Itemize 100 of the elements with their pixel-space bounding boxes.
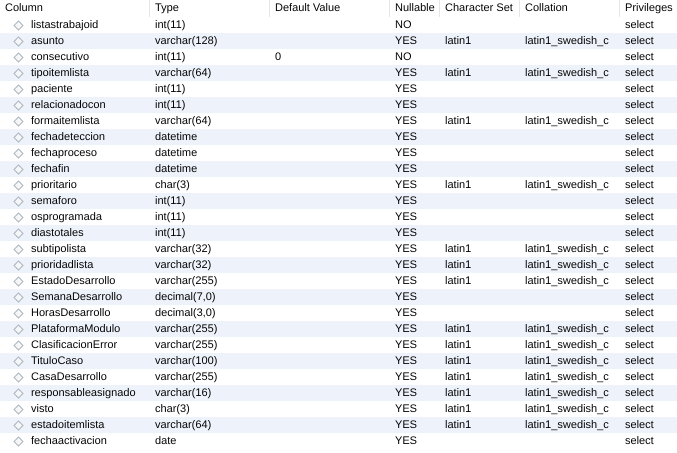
diamond-icon xyxy=(13,52,24,62)
table-cell-text: latin1_swedish_c xyxy=(525,386,609,401)
diamond-icon xyxy=(13,148,24,158)
table-cell-text: select xyxy=(625,226,654,241)
table-cell-text: latin1_swedish_c xyxy=(525,418,609,433)
table-cell-text: YES xyxy=(395,370,418,385)
table-cell-text: YES xyxy=(395,226,418,241)
table-cell-text: datetime xyxy=(155,130,198,145)
table-cell-text: YES xyxy=(395,194,418,209)
diamond-icon xyxy=(13,20,24,30)
table-cell-text: select xyxy=(625,34,654,49)
diamond-icon xyxy=(13,356,24,366)
table-cell-text: diastotales xyxy=(31,226,84,241)
table-cell-text: fechafin xyxy=(31,162,70,177)
table-cell-text: varchar(255) xyxy=(155,338,218,353)
table-cell-text: latin1_swedish_c xyxy=(525,66,609,81)
diamond-icon xyxy=(13,84,24,94)
table-cell-text: latin1_swedish_c xyxy=(525,34,609,49)
table-cell-text: asunto xyxy=(31,34,64,49)
table-cell-text: varchar(64) xyxy=(155,66,212,81)
diamond-icon xyxy=(13,404,24,414)
table-cell-text: latin1 xyxy=(445,386,472,401)
table-cell-text: YES xyxy=(395,82,418,97)
diamond-icon xyxy=(13,180,24,190)
table-cell-text: YES xyxy=(395,402,418,417)
table-cell-text: select xyxy=(625,274,654,289)
table-cell-text: select xyxy=(625,418,654,433)
diamond-icon xyxy=(13,196,24,206)
table-cell-text: YES xyxy=(395,34,418,49)
table-cell-text: select xyxy=(625,242,654,257)
table-cell-text: latin1_swedish_c xyxy=(525,258,609,273)
table-cell-text: CasaDesarrollo xyxy=(31,370,107,385)
table-cell-text: YES xyxy=(395,290,418,305)
table-cell-text: responsableasignado xyxy=(31,386,136,401)
table-cell-text: latin1_swedish_c xyxy=(525,274,609,289)
table-cell-text: YES xyxy=(395,354,418,369)
table-cell-text: select xyxy=(625,290,654,305)
table-cell-text: estadoitemlista xyxy=(31,418,104,433)
table-cell-text: latin1_swedish_c xyxy=(525,114,609,129)
table-cell-text: select xyxy=(625,178,654,193)
table-cell-text: subtipolista xyxy=(31,242,86,257)
table-cell-text: select xyxy=(625,82,654,97)
diamond-icon xyxy=(13,276,24,286)
table-cell-text: latin1 xyxy=(445,338,472,353)
table-cell-text: varchar(255) xyxy=(155,322,218,337)
table-cell-text: YES xyxy=(395,162,418,177)
table-cell-text: YES xyxy=(395,178,418,193)
table-cell-text: select xyxy=(625,370,654,385)
table-cell-text: datetime xyxy=(155,162,198,177)
table-cell-text: YES xyxy=(395,306,418,321)
table-cell-text: char(3) xyxy=(155,178,190,193)
table-cell-text: latin1 xyxy=(445,354,472,369)
table-cell-text: YES xyxy=(395,66,418,81)
table-cell-text: varchar(255) xyxy=(155,370,218,385)
table-cell-text: select xyxy=(625,258,654,273)
table-cell-text: semaforo xyxy=(31,194,77,209)
table-cell-text: formaitemlista xyxy=(31,114,100,129)
diamond-icon xyxy=(13,36,24,46)
table-cell-text: latin1 xyxy=(445,242,472,257)
table-cell-text: select xyxy=(625,194,654,209)
table-cell-text: latin1 xyxy=(445,418,472,433)
table-cell-text: YES xyxy=(395,418,418,433)
diamond-icon xyxy=(13,420,24,430)
table-cell-text: NO xyxy=(395,50,412,65)
table-cell-text: SemanaDesarrollo xyxy=(31,290,122,305)
diamond-icon xyxy=(13,436,24,446)
table-cell-text: YES xyxy=(395,386,418,401)
table-cell-text: YES xyxy=(395,210,418,225)
table-cell-text: latin1_swedish_c xyxy=(525,338,609,353)
table-cell-text: 0 xyxy=(275,50,282,65)
table-cell-text: select xyxy=(625,338,654,353)
table-cell-text: datetime xyxy=(155,146,198,161)
diamond-icon xyxy=(13,132,24,142)
diamond-icon xyxy=(13,116,24,126)
table-cell-text: int(11) xyxy=(155,226,186,241)
table-cell-text: latin1 xyxy=(445,114,472,129)
table-cell-text: EstadoDesarrollo xyxy=(31,274,116,289)
table-cell-text: char(3) xyxy=(155,402,190,417)
table-cell-text: varchar(32) xyxy=(155,242,212,257)
table-cell-text: select xyxy=(625,146,654,161)
table-cell-text: YES xyxy=(395,434,418,449)
diamond-icon xyxy=(13,340,24,350)
column-header[interactable]: Privileges xyxy=(620,0,677,17)
diamond-icon xyxy=(13,100,24,110)
table-cell-text: latin1_swedish_c xyxy=(525,402,609,417)
diamond-icon xyxy=(13,292,24,302)
table-cell-text: latin1_swedish_c xyxy=(525,242,609,257)
table-cell-text: varchar(64) xyxy=(155,418,212,433)
diamond-icon xyxy=(13,372,24,382)
table-cell-text: YES xyxy=(395,338,418,353)
table-cell-text: relacionadocon xyxy=(31,98,106,113)
table-cell-text: NO xyxy=(395,18,412,33)
table-cell-text: varchar(128) xyxy=(155,34,218,49)
table-cell-text: int(11) xyxy=(155,18,186,33)
table-cell-text: YES xyxy=(395,322,418,337)
table-cell-text: ClasificacionError xyxy=(31,338,118,353)
table-cell-text: select xyxy=(625,210,654,225)
diamond-icon xyxy=(13,308,24,318)
table-cell-text: fechaproceso xyxy=(31,146,98,161)
diamond-icon xyxy=(13,212,24,222)
